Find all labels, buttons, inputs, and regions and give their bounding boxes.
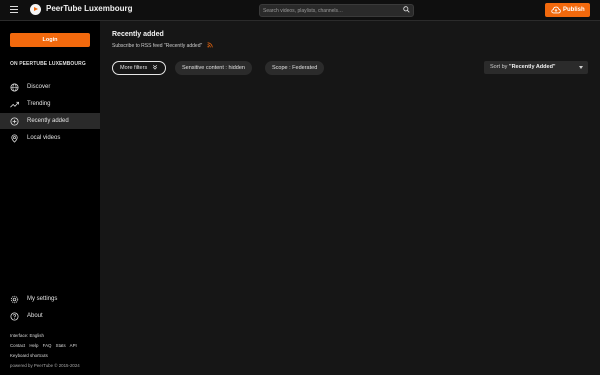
help-link[interactable]: Help <box>29 343 38 348</box>
menu-icon[interactable] <box>10 6 18 14</box>
upload-cloud-icon <box>551 6 561 14</box>
sidebar-item-recently-added[interactable]: Recently added <box>0 113 100 129</box>
keyboard-shortcuts-link[interactable]: Keyboard shortcuts <box>10 353 48 358</box>
rss-text: Subscribe to RSS feed "Recently added" <box>112 43 203 49</box>
help-icon <box>10 312 19 321</box>
sidebar-item-trending[interactable]: Trending <box>0 96 100 112</box>
top-bar: PeerTube Luxembourg Publish <box>0 0 600 21</box>
instance-name[interactable]: PeerTube Luxembourg <box>46 4 133 13</box>
sidebar-item-discover[interactable]: Discover <box>0 79 100 95</box>
sidebar-item-label: My settings <box>27 296 58 302</box>
sidebar-item-label: Discover <box>27 84 51 90</box>
search-icon[interactable] <box>403 6 410 13</box>
rss-subscribe-link[interactable]: Subscribe to RSS feed "Recently added" <box>112 42 213 49</box>
caret-down-icon <box>579 66 583 69</box>
more-filters-label: More filters <box>120 65 148 71</box>
sensitive-content-filter[interactable]: Sensitive content : hidden <box>175 61 252 75</box>
rss-icon <box>207 42 213 48</box>
sidebar-item-my-settings[interactable]: My settings <box>0 291 100 307</box>
sidebar-section-title: ON PEERTUBE LUXEMBOURG <box>10 61 86 67</box>
sidebar-item-label: Trending <box>27 101 51 107</box>
publish-label: Publish <box>563 7 585 13</box>
sidebar-item-about[interactable]: About <box>0 308 100 324</box>
trending-icon <box>10 101 19 108</box>
api-link[interactable]: API <box>70 343 77 348</box>
interface-language-link[interactable]: Interface: English <box>10 333 44 338</box>
sidebar-item-label: Local videos <box>27 135 61 141</box>
footer-links: Contact Help FAQ Stats API <box>10 343 80 348</box>
powered-by-text: powered by PeerTube © 2015-2024 <box>10 363 80 368</box>
login-button[interactable]: Login <box>10 33 90 47</box>
sidebar-item-local-videos[interactable]: Local videos <box>0 130 100 146</box>
more-filters-button[interactable]: More filters <box>112 61 166 75</box>
search-box[interactable] <box>259 4 414 17</box>
sidebar-item-label: Recently added <box>27 118 69 124</box>
page-title: Recently added <box>112 31 164 38</box>
sort-prefix: Sort by <box>490 64 508 70</box>
contact-link[interactable]: Contact <box>10 343 25 348</box>
double-chevron-down-icon <box>152 64 157 70</box>
search-input[interactable] <box>263 5 393 16</box>
publish-button[interactable]: Publish <box>545 3 590 17</box>
scope-filter[interactable]: Scope : Federated <box>265 61 325 75</box>
plus-circle-icon <box>10 117 19 126</box>
faq-link[interactable]: FAQ <box>43 343 52 348</box>
stats-link[interactable]: Stats <box>56 343 66 348</box>
sort-select[interactable]: Sort by "Recently Added" <box>484 61 588 74</box>
gear-icon <box>10 295 19 304</box>
home-icon <box>11 134 18 143</box>
peertube-logo-icon[interactable] <box>30 4 41 15</box>
sidebar: Login ON PEERTUBE LUXEMBOURG Discover Tr… <box>0 21 100 375</box>
sidebar-item-label: About <box>27 313 43 319</box>
globe-icon <box>10 83 19 92</box>
sort-value: "Recently Added" <box>508 64 556 70</box>
